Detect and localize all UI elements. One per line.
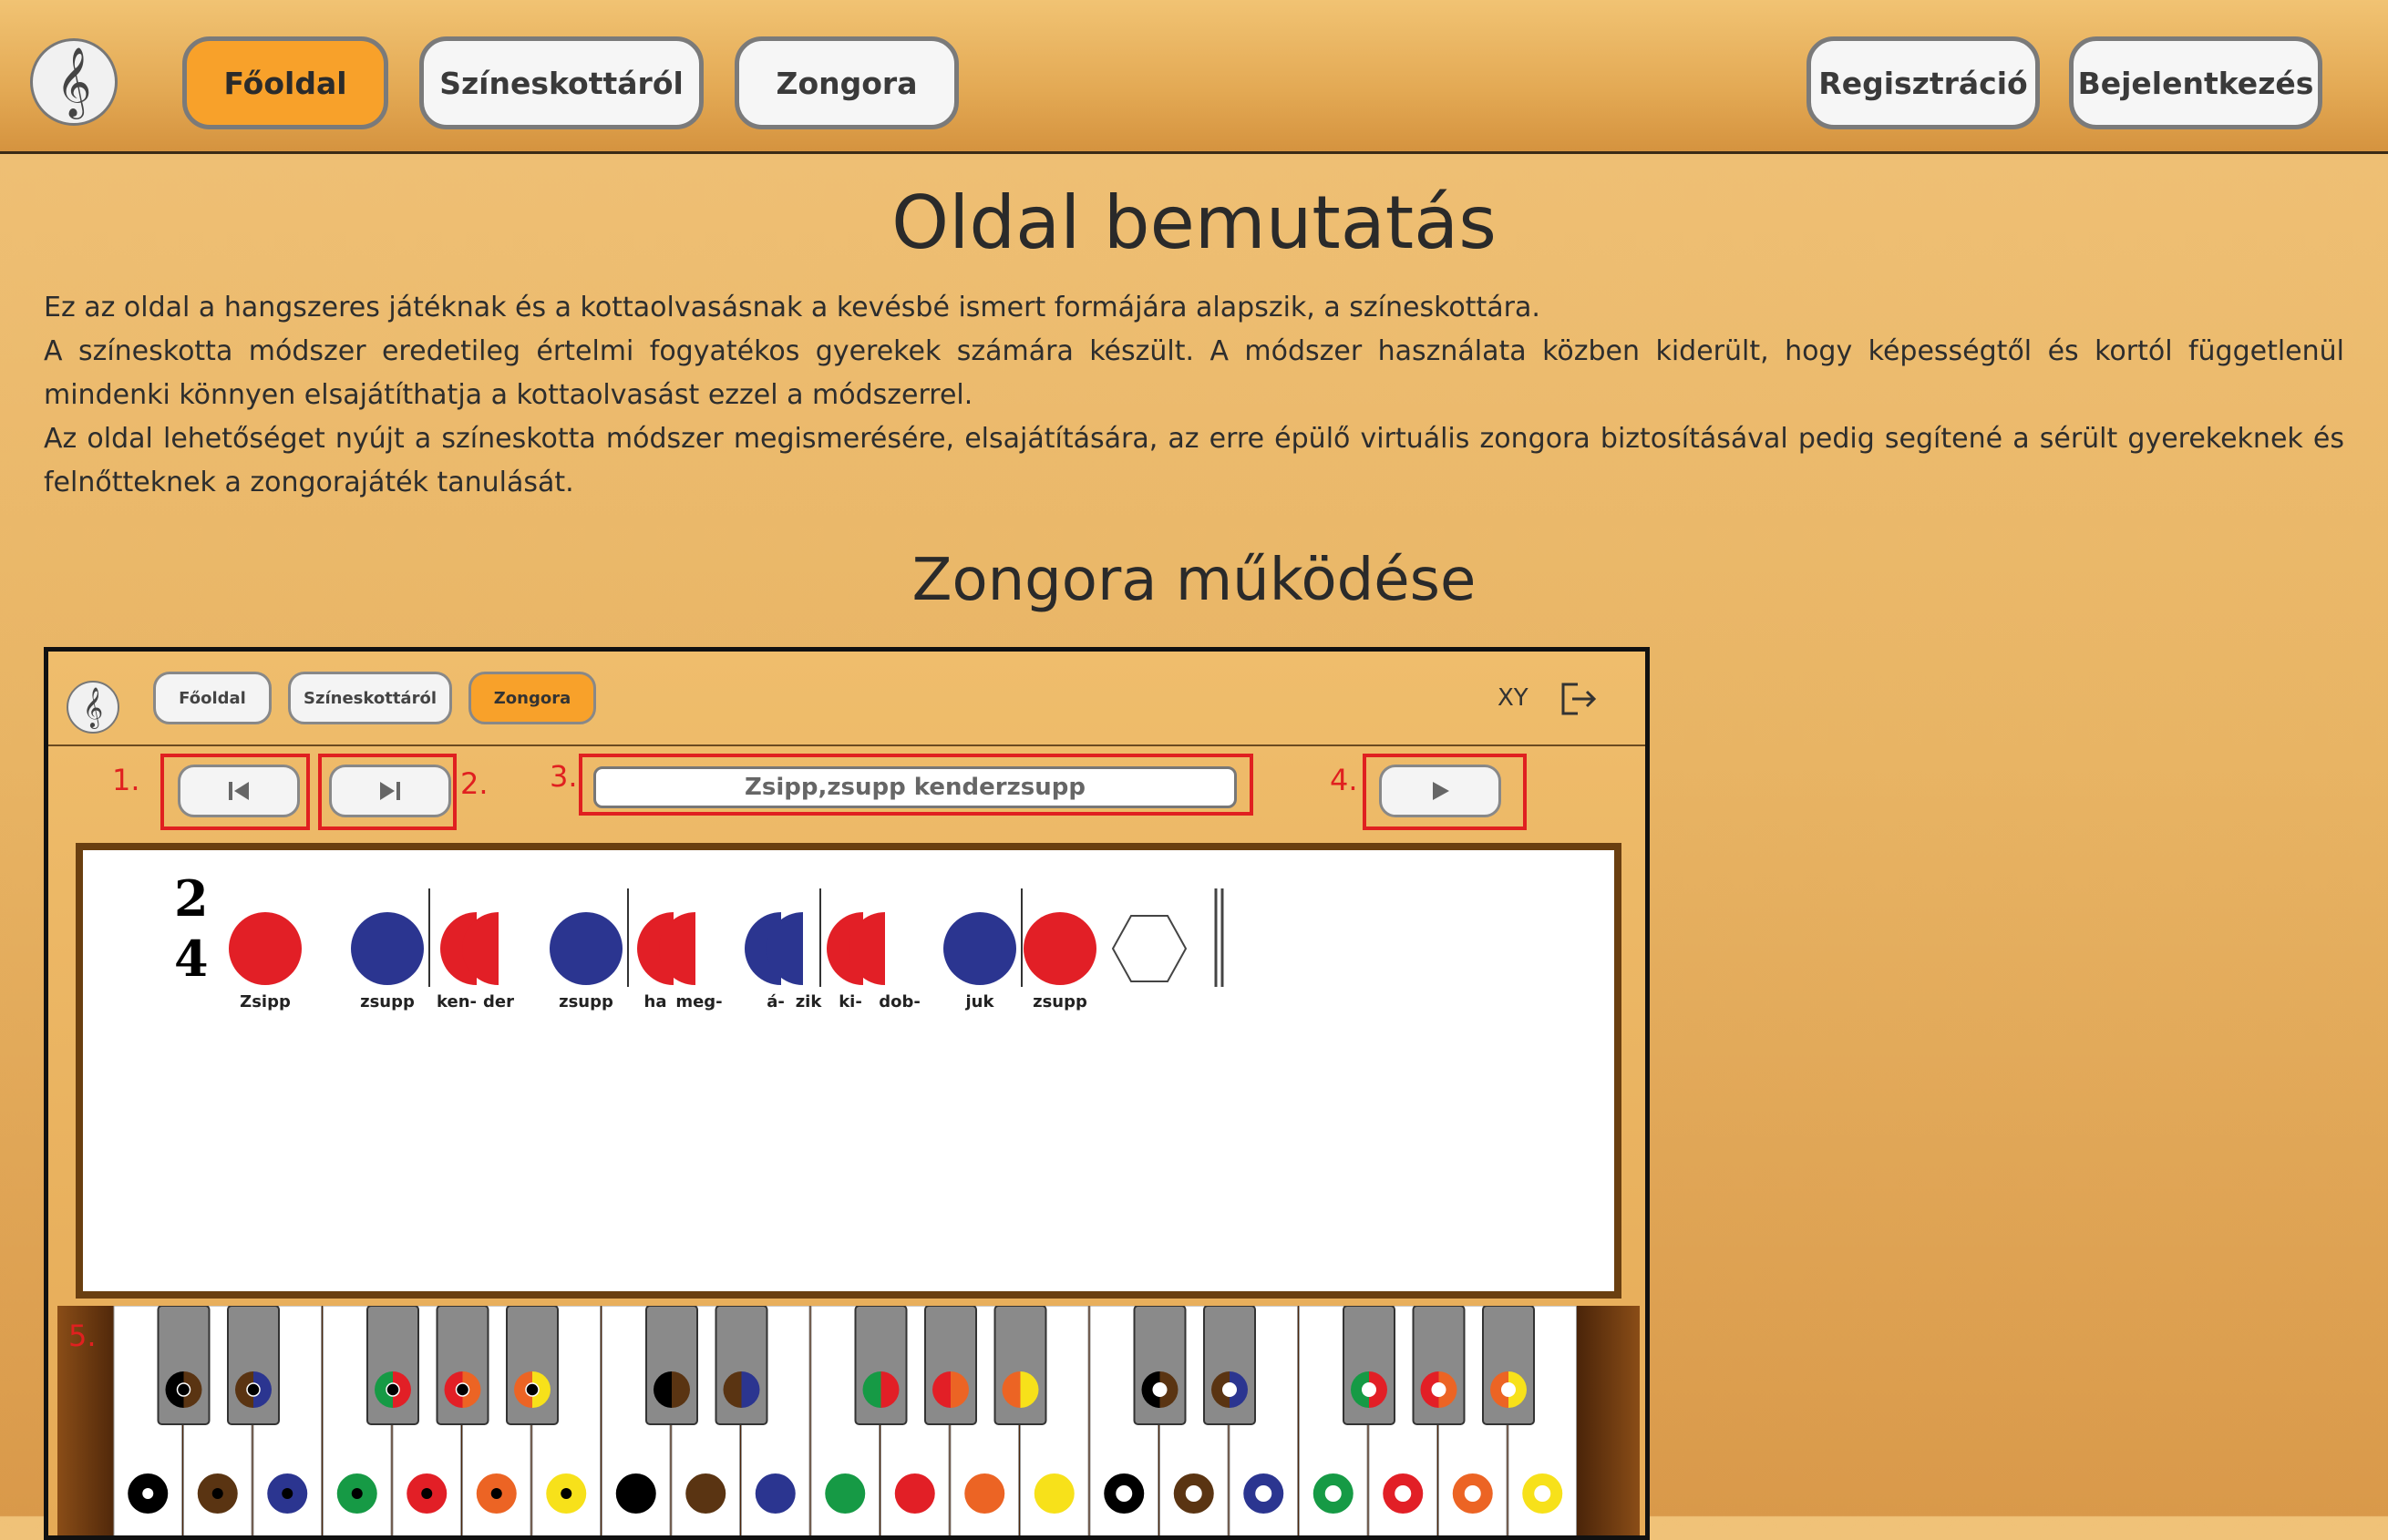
black-key[interactable] [1482, 1305, 1535, 1425]
play-icon [1433, 782, 1449, 800]
piano-keyboard [113, 1305, 1577, 1535]
black-key[interactable] [436, 1305, 489, 1425]
intro-paragraph-3: Az oldal lehetőséget nyújt a színeskotta… [44, 423, 2344, 498]
nav-szineskottarol-button[interactable]: Színeskottáról [419, 36, 704, 129]
syllable: Zsipp [240, 992, 291, 1011]
rest-hexagon [1111, 915, 1188, 982]
syllable: ha [644, 992, 667, 1011]
nav-fooldal-button[interactable]: Főoldal [182, 36, 388, 129]
time-signature-bottom: 4 [174, 929, 209, 988]
syllable: meg- [675, 992, 722, 1011]
black-key[interactable] [1412, 1305, 1466, 1425]
time-signature-top: 2 [174, 869, 209, 928]
demo-treble-clef-icon: 𝄞 [67, 681, 119, 734]
skip-forward-icon [380, 782, 400, 800]
play-button[interactable] [1379, 765, 1501, 817]
black-key[interactable] [715, 1305, 768, 1425]
black-key[interactable] [506, 1305, 559, 1425]
syllable: ken- [437, 992, 477, 1011]
syllable: der [483, 992, 514, 1011]
syllable: zsupp [559, 992, 613, 1011]
demo-navbar: 𝄞 Főoldal Színeskottáról Zongora XY [48, 652, 1645, 746]
logout-icon [1561, 683, 1597, 715]
black-key[interactable] [157, 1305, 211, 1425]
marker-5: 5. [68, 1319, 97, 1353]
colored-score-sheet: 2 4 Zsipp zsupp ken- der zsupp ha meg- á… [76, 843, 1621, 1299]
demo-username: XY [1498, 684, 1529, 712]
black-key[interactable] [227, 1305, 280, 1425]
black-key[interactable] [854, 1305, 908, 1425]
note-red [229, 912, 302, 985]
treble-clef-logo-icon[interactable]: 𝄞 [30, 38, 118, 126]
syllable: zik [796, 992, 823, 1011]
song-title-field[interactable]: Zsipp,zsupp kenderzsupp [593, 766, 1237, 808]
black-key[interactable] [1343, 1305, 1395, 1425]
top-navbar: 𝄞 Főoldal Színeskottáról Zongora Regiszt… [0, 0, 2388, 154]
intro-paragraph-1: Ez az oldal a hangszeres játéknak és a k… [44, 292, 1540, 323]
note-blue [351, 912, 424, 985]
black-key[interactable] [645, 1305, 698, 1425]
nav-zongora-button[interactable]: Zongora [735, 36, 959, 129]
syllable: zsupp [360, 992, 415, 1011]
login-button[interactable]: Bejelentkezés [2069, 36, 2322, 129]
marker-3: 3. [550, 759, 578, 794]
next-button[interactable] [329, 765, 451, 817]
syllable: zsupp [1033, 992, 1087, 1011]
prev-button[interactable] [178, 765, 300, 817]
note-red [1024, 912, 1096, 985]
intro-paragraph-2: A színeskotta módszer eredetileg értelmi… [44, 335, 2344, 411]
marker-4: 4. [1330, 763, 1358, 797]
demo-nav-szineskottarol: Színeskottáról [288, 672, 452, 724]
syllable: ki- [839, 992, 862, 1011]
intro-text: Ez az oldal a hangszeres játéknak és a k… [44, 286, 2344, 505]
piano-demo-screenshot: 𝄞 Főoldal Színeskottáról Zongora XY 1. 2… [44, 647, 1650, 1540]
virtual-piano: 5. [57, 1305, 1640, 1535]
black-key[interactable] [1203, 1305, 1256, 1425]
syllable: juk [965, 992, 995, 1011]
note-blue [943, 912, 1016, 985]
marker-1: 1. [112, 763, 140, 797]
demo-nav-fooldal: Főoldal [153, 672, 272, 724]
black-key[interactable] [366, 1305, 419, 1425]
register-button[interactable]: Regisztráció [1806, 36, 2040, 129]
page-title: Oldal bemutatás [891, 180, 1497, 265]
note-blue [550, 912, 623, 985]
section-title: Zongora működése [911, 547, 1477, 614]
black-key[interactable] [993, 1305, 1047, 1425]
score-notes: 2 4 Zsipp zsupp ken- der zsupp ha meg- á… [174, 869, 1224, 1011]
syllable: dob- [879, 992, 921, 1011]
syllable: á- [767, 992, 785, 1011]
black-key[interactable] [924, 1305, 977, 1425]
demo-nav-zongora: Zongora [468, 672, 596, 724]
skip-back-icon [229, 782, 249, 800]
marker-2: 2. [460, 766, 489, 801]
black-key[interactable] [1133, 1305, 1187, 1425]
